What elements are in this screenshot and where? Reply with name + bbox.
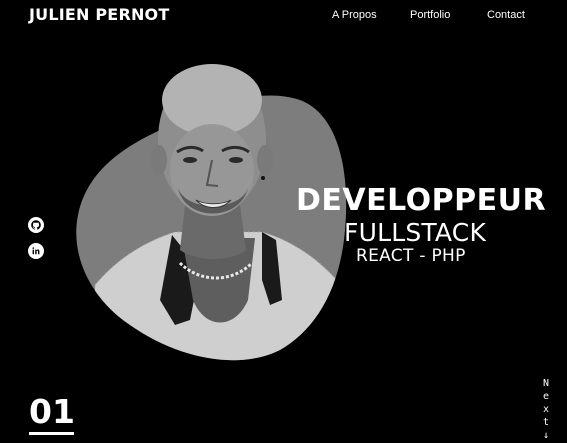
hero-subtitle: FULLSTACK	[344, 218, 487, 247]
arrow-down-icon: ↓	[542, 430, 550, 441]
hero-title: DEVELOPPEUR	[296, 183, 547, 218]
github-glyph	[31, 220, 41, 230]
next-section-link[interactable]: N e x t ↓	[540, 377, 552, 442]
section-number: 01	[29, 392, 75, 431]
linkedin-icon[interactable]	[28, 243, 44, 259]
linkedin-glyph	[32, 247, 40, 255]
github-icon[interactable]	[28, 217, 44, 233]
page: JULIEN PERNOT A Propos Portfolio Contact	[0, 0, 567, 443]
hero-tech-stack: REACT - PHP	[356, 246, 466, 266]
next-letter: t	[542, 417, 550, 428]
next-letter: e	[542, 391, 550, 402]
next-letter: N	[542, 378, 550, 389]
next-letter: x	[542, 404, 550, 415]
section-number-underline	[29, 432, 74, 435]
